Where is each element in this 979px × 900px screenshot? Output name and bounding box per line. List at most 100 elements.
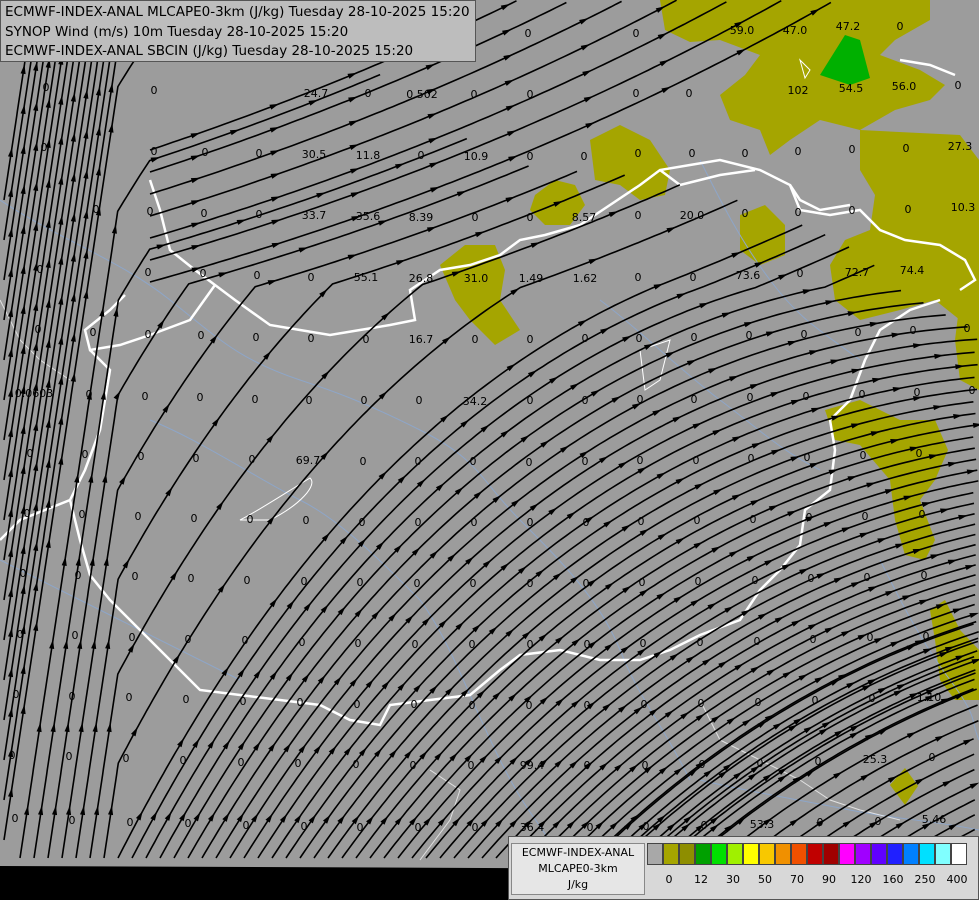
grid-value-158: 0	[72, 629, 79, 642]
streamline-arrow-25-64	[639, 589, 649, 597]
grid-value-123: 0	[24, 507, 31, 520]
streamline-arrow-17-120	[790, 399, 801, 406]
grid-value-75: 0	[308, 332, 315, 345]
streamline-1	[33, 137, 468, 859]
streamline-arrow-30-92	[877, 537, 887, 544]
streamline-arrow-8-8	[150, 811, 158, 821]
streamline-arrow-16-120	[770, 391, 781, 398]
grid-value-55: 0	[145, 266, 152, 279]
streamline-arrow-16-8	[265, 813, 273, 823]
streamline-arrow-18-106	[732, 436, 742, 443]
streamline-arrow-71-78	[583, 96, 594, 103]
streamline-arrow-8-134	[676, 293, 687, 299]
streamline-arrow-70-50	[428, 137, 438, 144]
streamline-arrow-34-64	[791, 620, 801, 627]
streamline-arrow-22-92	[731, 494, 742, 501]
grid-value-184: 0	[584, 699, 591, 712]
streamline-arrow-47-22	[777, 775, 787, 783]
streamline-arrow-1-120	[236, 219, 247, 225]
streamline-arrow-71-50	[429, 162, 439, 169]
streamline-arrow-30-106	[958, 514, 968, 520]
grid-value-214: 0	[357, 821, 364, 834]
streamline-arrow-26-64	[656, 592, 666, 600]
grid-value-130: 0	[415, 516, 422, 529]
grid-value-42: 35.6	[356, 210, 381, 223]
streamline-arrow-39-36	[726, 717, 736, 725]
streamline-arrow-11-148	[825, 300, 835, 306]
cape-area-east-2	[830, 130, 979, 320]
grid-value-155: 0	[864, 571, 871, 584]
grid-value-83: 0	[746, 329, 753, 342]
grid-value-79: 0	[527, 333, 534, 346]
streamline-arrow-45-36	[819, 728, 829, 736]
grid-value-72: 0	[145, 328, 152, 341]
grid-value-31: 0	[689, 147, 696, 160]
grid-value-134: 0	[638, 515, 645, 528]
grid-value-197: 0	[353, 758, 360, 771]
grid-value-49: 0	[742, 207, 749, 220]
streamline-arrow-15-92	[598, 456, 609, 464]
grid-value-27: 10.9	[464, 150, 489, 163]
grid-value-92: 0	[252, 393, 259, 406]
streamline-arrow-35-92	[965, 565, 975, 571]
grid-value-39: 0	[201, 207, 208, 220]
streamline-arrow-69-8	[190, 200, 201, 206]
grid-value-174: 0	[13, 688, 20, 701]
legend-swatch-13	[855, 843, 871, 865]
grid-value-78: 0	[472, 333, 479, 346]
streamline-arrow-28-64	[690, 599, 700, 607]
streamline-arrow-6-120	[510, 288, 520, 296]
legend-tick-9: 400	[946, 873, 968, 886]
grid-value-199: 0	[468, 759, 475, 772]
grid-value-65: 0	[690, 271, 697, 284]
streamline-arrow-10-22	[222, 740, 230, 750]
grid-value-140: 0	[20, 567, 27, 580]
grid-value-175: 0	[69, 690, 76, 703]
title-synop-wind: SYNOP Wind (m/s) 10m Tuesday 28-10-2025 …	[5, 23, 349, 40]
legend-swatch-7	[759, 843, 775, 865]
grid-value-207: 0	[929, 751, 936, 764]
grid-value-29: 0	[581, 150, 588, 163]
grid-value-131: 0	[471, 516, 478, 529]
grid-value-60: 26.8	[409, 272, 434, 285]
streamline-arrow-79-36	[935, 735, 945, 742]
streamline-arrow-70-92	[657, 33, 668, 40]
legend-swatch-15	[887, 843, 903, 865]
streamline-arrow-6-134	[588, 258, 599, 265]
streamline-arrow-4-50	[122, 559, 130, 569]
grid-value-57: 0	[254, 269, 261, 282]
grid-value-171: 0	[810, 633, 817, 646]
grid-value-126: 0	[191, 512, 198, 525]
grid-value-217: 36.4	[520, 821, 545, 834]
streamline-arrow-11-134	[743, 321, 754, 328]
map-title-panel: ECMWF-INDEX-ANAL MLCAPE0-3km (J/kg) Tues…	[0, 0, 476, 62]
streamline-arrow-2-106	[218, 272, 229, 278]
streamline-arrow-78-36	[906, 732, 917, 739]
grid-value-48: 20.0	[680, 209, 705, 222]
streamline-arrow-33-78	[850, 581, 861, 588]
streamline-arrow-9-120	[622, 335, 632, 343]
streamline-arrow-6-148	[666, 226, 676, 233]
legend-swatch-10	[807, 843, 823, 865]
streamline-arrow-17-8	[279, 813, 288, 823]
streamline-arrow-28-106	[921, 502, 932, 508]
streamline-arrow-72-92	[661, 86, 671, 94]
legend-swatch-14	[871, 843, 887, 865]
streamline-arrow-8-120	[600, 327, 610, 335]
streamline-arrow-38-50	[782, 671, 792, 679]
streamline-arrow-70-36	[350, 168, 360, 174]
streamline-arrow-21-106	[790, 456, 801, 462]
streamline-arrow-12-106	[611, 396, 621, 404]
grid-value-116: 0	[582, 455, 589, 468]
grid-value-76: 0	[363, 333, 370, 346]
grid-value-220: 0	[701, 819, 708, 832]
legend-tick-labels: 0 12 30 50 70 90 120 160 250 400	[647, 873, 977, 889]
grid-value-153: 0	[752, 574, 759, 587]
streamline-arrow-10-148	[802, 289, 813, 295]
map-canvas[interactable]: 0 0 0 59.0 47.0 47.2 0 0 0 24.7 0 0.502 0 0 0 0 102 54.5 5…	[0, 0, 979, 900]
grid-value-122: 0	[916, 447, 923, 460]
streamline-arrow-19-92	[675, 477, 685, 485]
streamline-35	[509, 564, 976, 859]
grid-value-4: 47.0	[783, 24, 808, 37]
grid-value-99: 0	[637, 393, 644, 406]
